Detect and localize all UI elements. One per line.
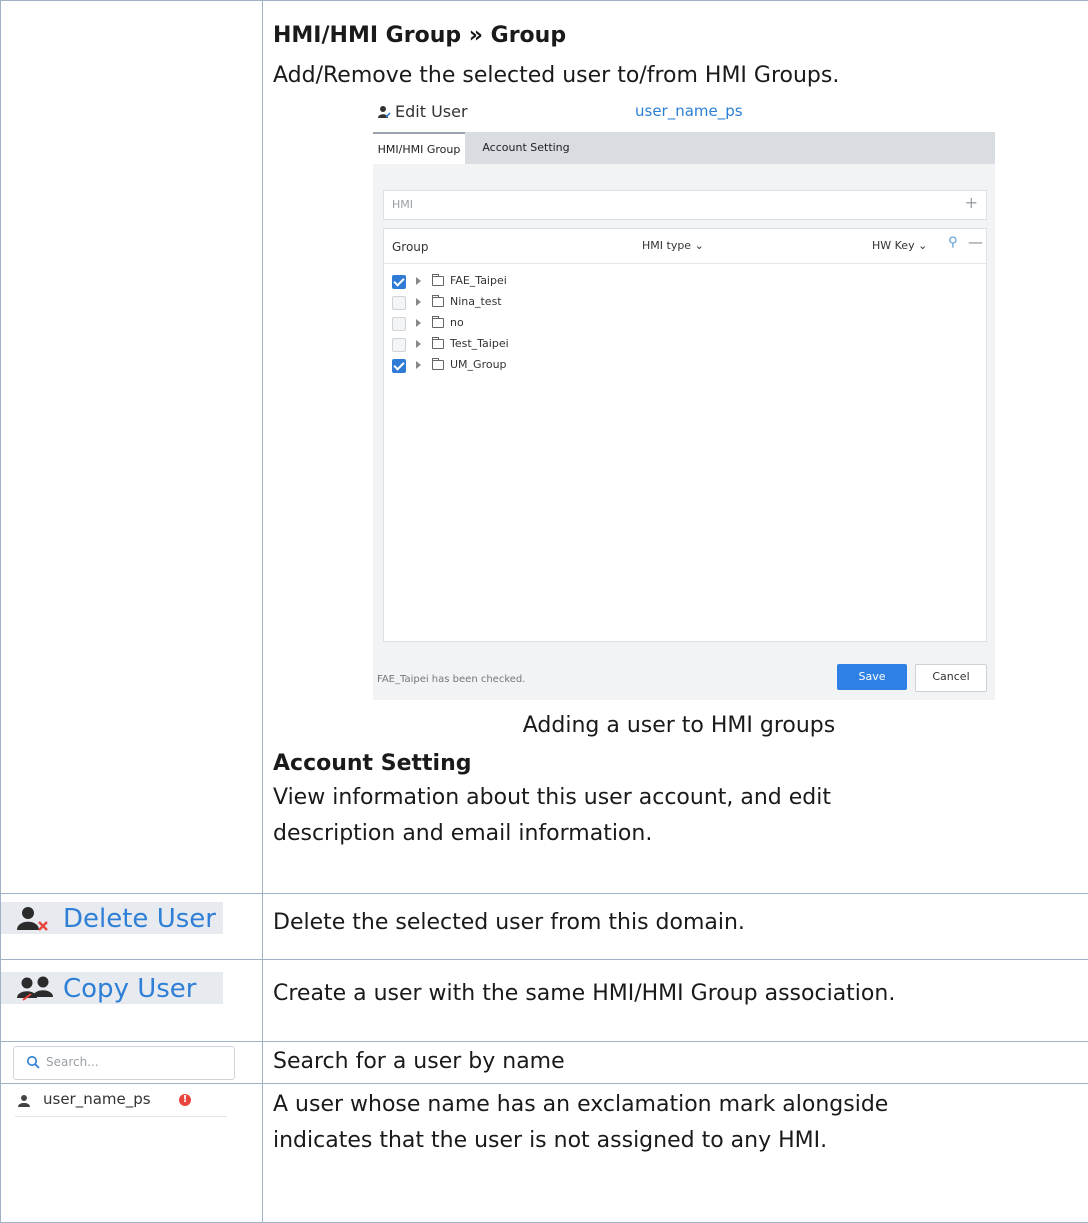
group-checkbox[interactable] (392, 338, 406, 352)
delete-user-description: Delete the selected user from this domai… (273, 910, 745, 935)
save-button[interactable]: Save (837, 664, 907, 690)
collapse-icon[interactable]: — (968, 233, 983, 251)
account-setting-description-line2: description and email information. (273, 821, 653, 846)
folder-icon (432, 337, 444, 349)
group-checkbox[interactable] (392, 359, 406, 373)
right-cell: Search for a user by name (262, 1041, 1088, 1084)
left-cell (0, 0, 263, 894)
tab-account-setting[interactable]: Account Setting (481, 132, 571, 164)
left-cell: user_name_ps ! (0, 1083, 263, 1223)
group-section: Group HMI type ⌄ HW Key ⌄ ⚲ — FAE_Taipei… (383, 228, 987, 642)
tab-panel: HMI + Group HMI type ⌄ HW Key ⌄ ⚲ — FAE_… (373, 164, 995, 700)
delete-user-icon (17, 907, 48, 931)
copy-user-label: Copy User (63, 974, 197, 1004)
expand-arrow-icon[interactable] (416, 340, 421, 348)
column-hmi-type[interactable]: HMI type ⌄ (642, 239, 704, 252)
delete-user-label: Delete User (63, 904, 216, 934)
user-icon (18, 1095, 30, 1107)
group-header: Group HMI type ⌄ HW Key ⌄ ⚲ — (384, 229, 986, 264)
column-hw-key[interactable]: HW Key ⌄ (872, 239, 927, 252)
user-warning-description-line2: indicates that the user is not assigned … (273, 1128, 828, 1153)
hmi-label: HMI (392, 198, 414, 211)
section-description: Add/Remove the selected user to/from HMI… (273, 63, 840, 88)
edit-user-username: user_name_ps (635, 102, 743, 120)
left-cell: Search... (0, 1041, 263, 1084)
search-input[interactable]: Search... (13, 1046, 235, 1080)
document-table: HMI/HMI Group » Group Add/Remove the sel… (0, 0, 1088, 1223)
warning-icon: ! (179, 1094, 191, 1106)
expand-arrow-icon[interactable] (416, 298, 421, 306)
folder-icon (432, 274, 444, 286)
table-row: user_name_ps ! A user whose name has an … (0, 1083, 1088, 1223)
edit-user-title-text: Edit User (395, 102, 468, 121)
edit-user-title: Edit User (377, 102, 468, 121)
user-edit-icon (378, 106, 391, 118)
right-cell: Create a user with the same HMI/HMI Grou… (262, 959, 1088, 1042)
group-name: FAE_Taipei (450, 274, 507, 287)
folder-icon (432, 358, 444, 370)
group-name: no (450, 316, 464, 329)
section-heading: HMI/HMI Group » Group (273, 23, 567, 48)
user-list-item[interactable]: user_name_ps ! (15, 1088, 227, 1117)
copy-user-description: Create a user with the same HMI/HMI Grou… (273, 981, 896, 1006)
copy-user-button[interactable]: Copy User (1, 972, 223, 1004)
expand-arrow-icon[interactable] (416, 277, 421, 285)
group-name: Nina_test (450, 295, 502, 308)
group-name: Test_Taipei (450, 337, 509, 350)
table-row: Copy User Create a user with the same HM… (0, 959, 1088, 1042)
folder-icon (432, 316, 444, 328)
figure-caption: Adding a user to HMI groups (522, 713, 836, 738)
user-name: user_name_ps (43, 1090, 151, 1108)
group-checkbox[interactable] (392, 296, 406, 310)
cancel-button[interactable]: Cancel (915, 664, 987, 692)
table-row: Search... Search for a user by name (0, 1041, 1088, 1084)
user-warning-description-line1: A user whose name has an exclamation mar… (273, 1092, 889, 1117)
table-row: HMI/HMI Group » Group Add/Remove the sel… (0, 0, 1088, 894)
folder-icon (432, 295, 444, 307)
group-checkbox[interactable] (392, 275, 406, 289)
expand-arrow-icon[interactable] (416, 361, 421, 369)
search-placeholder: Search... (46, 1055, 99, 1069)
account-setting-heading: Account Setting (273, 751, 472, 776)
right-cell: Delete the selected user from this domai… (262, 893, 1088, 960)
left-cell: Copy User (0, 959, 263, 1042)
expand-arrow-icon[interactable] (416, 319, 421, 327)
tab-bar: HMI/HMI Group Account Setting (373, 132, 995, 164)
add-hmi-icon[interactable]: + (965, 193, 978, 212)
status-message: FAE_Taipei has been checked. (377, 674, 526, 685)
search-icon (27, 1056, 40, 1069)
delete-user-button[interactable]: Delete User (1, 902, 223, 934)
group-checkbox[interactable] (392, 317, 406, 331)
table-row: Delete User Delete the selected user fro… (0, 893, 1088, 960)
left-cell: Delete User (0, 893, 263, 960)
edit-user-screenshot: Edit User user_name_ps HMI/HMI Group Acc… (373, 100, 995, 700)
search-icon[interactable]: ⚲ (948, 235, 958, 250)
search-description: Search for a user by name (273, 1049, 565, 1074)
account-setting-description-line1: View information about this user account… (273, 785, 832, 810)
column-group: Group (392, 240, 429, 254)
tab-hmi-group[interactable]: HMI/HMI Group (373, 132, 465, 164)
right-cell: HMI/HMI Group » Group Add/Remove the sel… (262, 0, 1088, 894)
hmi-section: HMI + (383, 190, 987, 220)
group-name: UM_Group (450, 358, 507, 371)
copy-user-icon (17, 976, 53, 1001)
right-cell: A user whose name has an exclamation mar… (262, 1083, 1088, 1223)
